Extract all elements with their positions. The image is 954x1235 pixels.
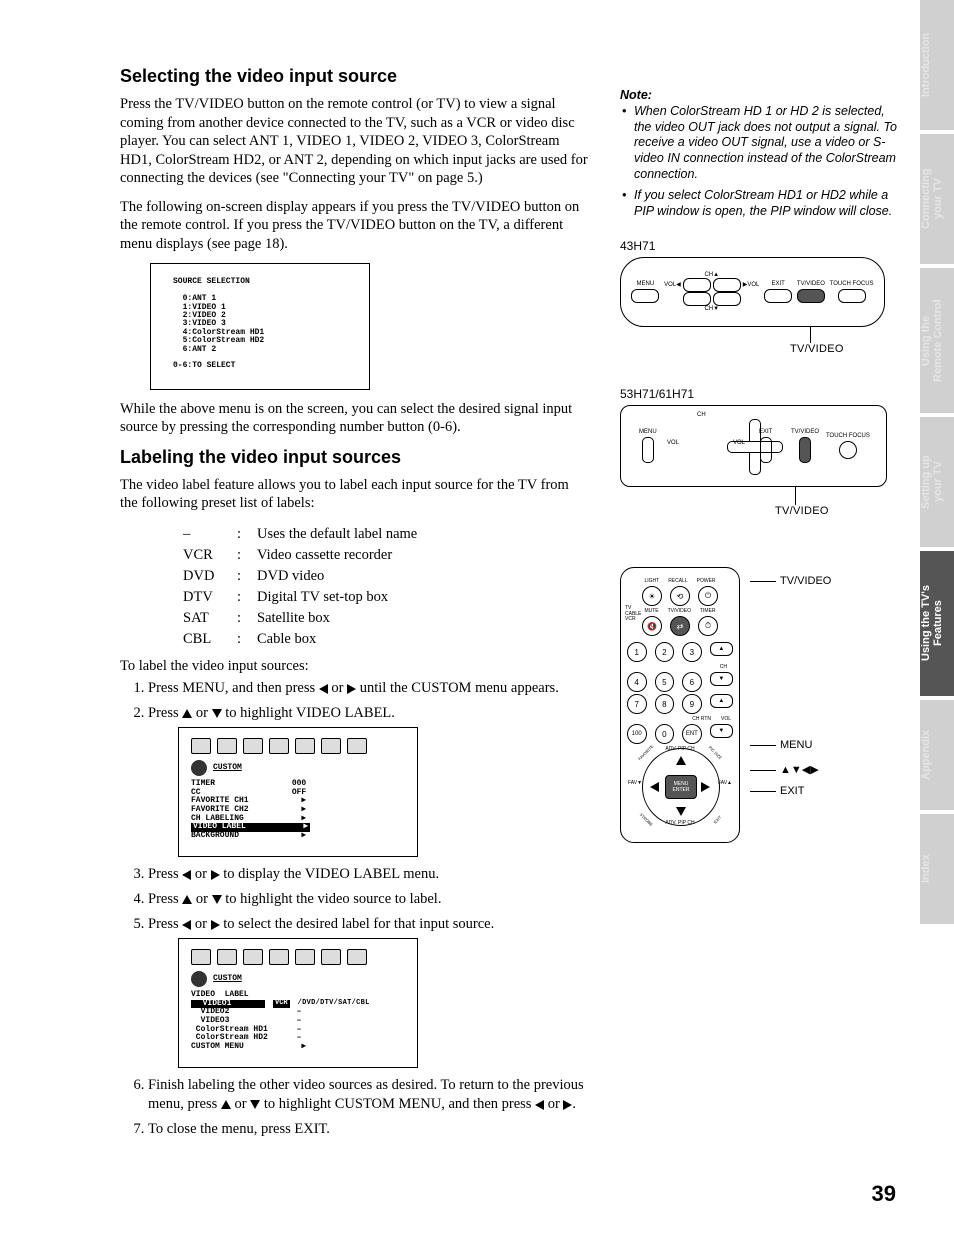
remote-nav-ring: MENU ENTER ADV. PIP CH ADV. PIP CH FAV▼ …	[642, 748, 718, 824]
step-7: To close the menu, press EXIT.	[148, 1120, 590, 1139]
table-row: CBL:Cable box	[182, 630, 418, 649]
label-table: –:Uses the default label name VCR:Video …	[180, 523, 420, 651]
step-2: Press or to highlight VIDEO LABEL. CUSTO…	[148, 704, 590, 857]
up-arrow-icon	[182, 709, 192, 718]
down-arrow-icon	[212, 895, 222, 904]
tab-appendix[interactable]: Appendix	[920, 700, 954, 810]
para-lead: To label the video input sources:	[120, 657, 590, 676]
callout-remote-menu: MENU	[750, 739, 812, 751]
step-4: Press or to highlight the video source t…	[148, 890, 590, 909]
callout-tvvideo: TV/VIDEO	[775, 505, 900, 517]
remote-control: LIGHTRECALLPOWER ☀⟲⏻ TVCABLEVCR MUTETV/V…	[620, 567, 740, 843]
step-1: Press MENU, and then press or until the …	[148, 679, 590, 698]
para-3: While the above menu is on the screen, y…	[120, 400, 590, 437]
para-2: The following on-screen display appears …	[120, 198, 590, 254]
para-label-intro: The video label feature allows you to la…	[120, 476, 590, 513]
callout-remote-arrows: ▲▼◀▶	[750, 763, 819, 776]
tab-index[interactable]: Index	[920, 814, 954, 924]
step-6: Finish labeling the other video sources …	[148, 1076, 590, 1114]
callout-remote-tvvideo: TV/VIDEO	[750, 575, 831, 587]
table-row: VCR:Video cassette recorder	[182, 546, 418, 565]
side-tabs: Introduction Connecting your TV Using th…	[920, 0, 954, 1235]
step-3: Press or to display the VIDEO LABEL menu…	[148, 865, 590, 884]
model-label-53h71: 53H71/61H71	[620, 387, 900, 401]
tab-setting-up[interactable]: Setting up your TV	[920, 417, 954, 547]
note-list: When ColorStream HD 1 or HD 2 is selecte…	[620, 104, 900, 219]
table-row: –:Uses the default label name	[182, 525, 418, 544]
down-arrow-icon	[212, 709, 222, 718]
tab-introduction[interactable]: Introduction	[920, 0, 954, 130]
dpad-icon	[727, 419, 781, 473]
callout-remote-exit: EXIT	[750, 785, 804, 797]
steps-list: Press MENU, and then press or until the …	[128, 679, 590, 1139]
tv-panel-53h71: MENU CH VOL VOL EXIT TV/VIDEO TOUCH FOCU…	[620, 405, 887, 487]
osd-source-selection: SOURCE SELECTION 0:ANT 1 1:VIDEO 1 2:VID…	[150, 263, 370, 389]
tab-remote[interactable]: Using the Remote Control	[920, 268, 954, 413]
table-row: DVD:DVD video	[182, 567, 418, 586]
left-arrow-icon	[319, 684, 328, 694]
note-heading: Note:	[620, 88, 900, 102]
note-item: If you select ColorStream HD1 or HD2 whi…	[620, 188, 900, 219]
page-number: 39	[872, 1181, 896, 1207]
right-arrow-icon	[211, 920, 220, 930]
right-arrow-icon	[211, 870, 220, 880]
model-label-43h71: 43H71	[620, 239, 900, 253]
up-arrow-icon	[221, 1100, 231, 1109]
para-1: Press the TV/VIDEO button on the remote …	[120, 95, 590, 188]
left-arrow-icon	[535, 1100, 544, 1110]
left-arrow-icon	[182, 920, 191, 930]
note-item: When ColorStream HD 1 or HD 2 is selecte…	[620, 104, 900, 182]
tv-panel-43h71: MENU CH▲ VOL◀ ▶VOL CH▼ EXIT TV/VIDEO TOU…	[620, 257, 885, 327]
osd-custom-menu: CUSTOM TIMER 000 CC OFF FAVORITE CH1 ▶ F…	[178, 727, 418, 857]
table-row: DTV:Digital TV set-top box	[182, 588, 418, 607]
up-arrow-icon	[182, 895, 192, 904]
tab-features[interactable]: Using the TV's Features	[920, 551, 954, 696]
callout-tvvideo: TV/VIDEO	[790, 343, 900, 355]
heading-labeling: Labeling the video input sources	[120, 447, 590, 468]
step-5: Press or to select the desired label for…	[148, 915, 590, 1068]
heading-selecting: Selecting the video input source	[120, 66, 590, 87]
table-row: SAT:Satellite box	[182, 609, 418, 628]
left-arrow-icon	[182, 870, 191, 880]
tab-connecting[interactable]: Connecting your TV	[920, 134, 954, 264]
right-arrow-icon	[347, 684, 356, 694]
down-arrow-icon	[250, 1100, 260, 1109]
osd-video-label-menu: CUSTOM VIDEO LABEL VIDEO1 VCR/DVD/DTV/SA…	[178, 938, 418, 1068]
